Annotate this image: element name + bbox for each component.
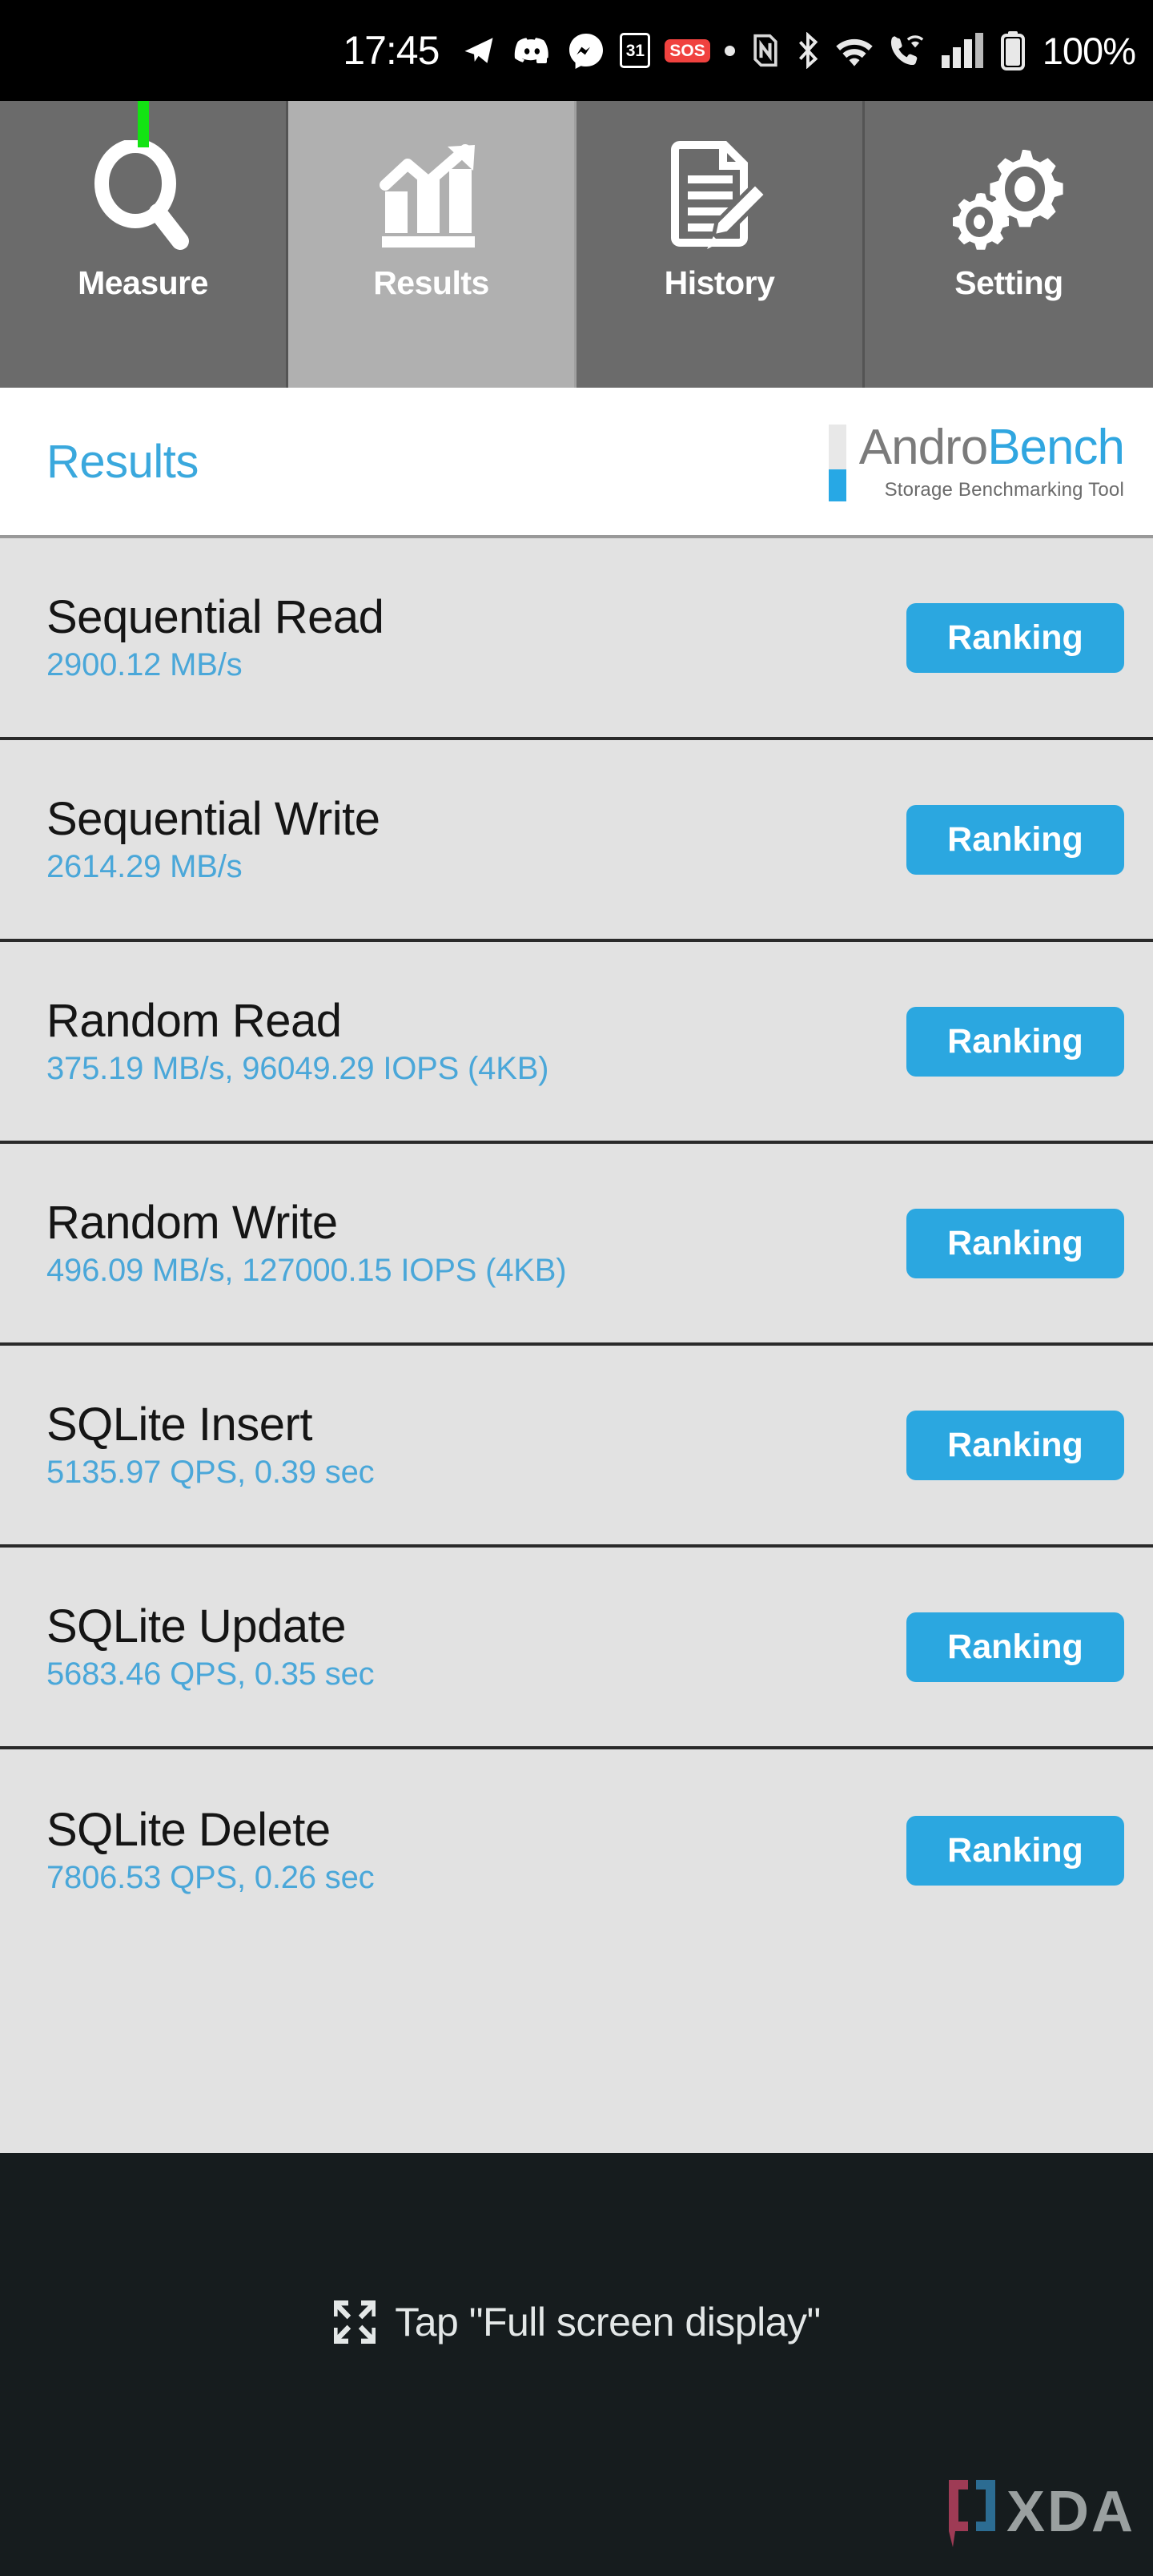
logo-text: AndroBench Storage Benchmarking Tool: [859, 423, 1125, 501]
tab-history[interactable]: History: [576, 101, 865, 388]
ranking-button[interactable]: Ranking: [906, 1208, 1124, 1278]
main-tab-bar: Measure Results History Setting: [0, 101, 1153, 388]
battery-icon: [1000, 31, 1025, 70]
result-value: 2900.12 MB/s: [46, 647, 243, 683]
page-title: Results: [46, 435, 199, 488]
gears-icon: [953, 136, 1065, 256]
logo-accent-bar: [828, 425, 846, 501]
tab-results-label: Results: [373, 264, 489, 301]
result-texts: SQLite Delete 7806.53 QPS, 0.26 sec: [46, 1803, 375, 1896]
sos-icon: SOS: [665, 38, 710, 62]
dot-icon: [724, 45, 735, 56]
result-texts: Random Read 375.19 MB/s, 96049.29 IOPS (…: [46, 994, 549, 1087]
table-row[interactable]: SQLite Delete 7806.53 QPS, 0.26 sec Rank…: [0, 1749, 1153, 1951]
result-name: Random Write: [46, 1196, 338, 1249]
result-value: 496.09 MB/s, 127000.15 IOPS (4KB): [46, 1253, 567, 1289]
discord-icon: [515, 38, 549, 63]
wifi-calling-icon: [890, 35, 923, 66]
logo-wordmark-bench: Bench: [987, 420, 1125, 476]
ranking-button[interactable]: Ranking: [906, 1612, 1124, 1682]
logo-tagline: Storage Benchmarking Tool: [884, 478, 1124, 501]
results-list: Sequential Read 2900.12 MB/s Ranking Seq…: [0, 538, 1153, 2153]
result-name: Random Read: [46, 994, 342, 1047]
result-value: 375.19 MB/s, 96049.29 IOPS (4KB): [46, 1051, 549, 1087]
nfc-icon: [753, 34, 777, 67]
xda-wordmark: XDA: [1006, 2480, 1135, 2544]
measure-tab-indicator: [137, 101, 149, 147]
tab-results[interactable]: Results: [288, 101, 576, 388]
status-bar-icons: 31 SOS 100%: [460, 29, 1136, 73]
logo-accent-bar-top: [828, 425, 846, 469]
cellular-signal-icon: [941, 33, 983, 68]
magnifier-icon: [92, 136, 195, 256]
status-bar-clock: 17:45: [343, 28, 440, 73]
result-name: Sequential Read: [46, 590, 384, 643]
document-pencil-icon: [667, 136, 773, 256]
tab-setting[interactable]: Setting: [865, 101, 1153, 388]
bluetooth-icon: [798, 32, 818, 69]
result-name: SQLite Delete: [46, 1803, 331, 1856]
xda-bracket-icon: [948, 2480, 995, 2547]
result-texts: Sequential Read 2900.12 MB/s: [46, 590, 384, 683]
fullscreen-expand-icon: [334, 2300, 376, 2344]
result-value: 5683.46 QPS, 0.35 sec: [46, 1656, 375, 1693]
table-row[interactable]: SQLite Insert 5135.97 QPS, 0.39 sec Rank…: [0, 1346, 1153, 1548]
ranking-button[interactable]: Ranking: [906, 804, 1124, 875]
calendar-icon: 31: [620, 33, 651, 68]
fullscreen-hint[interactable]: Tap "Full screen display": [0, 2299, 1153, 2345]
ranking-button[interactable]: Ranking: [906, 1815, 1124, 1886]
telegram-icon: [464, 38, 493, 63]
ranking-button[interactable]: Ranking: [906, 1410, 1124, 1480]
ranking-button[interactable]: Ranking: [906, 1006, 1124, 1077]
battery-percentage: 100%: [1042, 29, 1136, 72]
table-row[interactable]: Sequential Write 2614.29 MB/s Ranking: [0, 740, 1153, 942]
tab-setting-label: Setting: [954, 264, 1063, 301]
app-screen: 17:45 31 SOS 100% Measure Results Histor…: [0, 0, 1153, 2576]
table-row[interactable]: Sequential Read 2900.12 MB/s Ranking: [0, 538, 1153, 740]
result-name: SQLite Update: [46, 1600, 346, 1652]
wifi-icon: [836, 38, 873, 66]
bar-chart-icon: [376, 136, 488, 256]
list-empty-area: [0, 1951, 1153, 2153]
status-bar: 17:45 31 SOS 100%: [0, 0, 1153, 101]
xda-watermark: XDA: [946, 2477, 1135, 2547]
result-texts: SQLite Insert 5135.97 QPS, 0.39 sec: [46, 1398, 375, 1491]
result-texts: SQLite Update 5683.46 QPS, 0.35 sec: [46, 1600, 375, 1693]
logo-wordmark: AndroBench: [859, 423, 1125, 473]
table-row[interactable]: Random Write 496.09 MB/s, 127000.15 IOPS…: [0, 1144, 1153, 1346]
result-value: 2614.29 MB/s: [46, 849, 243, 885]
ranking-button[interactable]: Ranking: [906, 602, 1124, 673]
androbench-logo: AndroBench Storage Benchmarking Tool: [828, 421, 1125, 501]
fullscreen-hint-label: Tap "Full screen display": [395, 2300, 821, 2345]
tab-measure-label: Measure: [78, 264, 208, 301]
result-value: 5135.97 QPS, 0.39 sec: [46, 1455, 375, 1491]
footer-bar: Tap "Full screen display" XDA: [0, 2153, 1153, 2576]
logo-accent-bar-bottom: [828, 469, 846, 501]
result-value: 7806.53 QPS, 0.26 sec: [46, 1860, 375, 1896]
tab-history-label: History: [664, 264, 775, 301]
result-name: Sequential Write: [46, 792, 380, 845]
page-header: Results AndroBench Storage Benchmarking …: [0, 388, 1153, 538]
table-row[interactable]: SQLite Update 5683.46 QPS, 0.35 sec Rank…: [0, 1548, 1153, 1749]
table-row[interactable]: Random Read 375.19 MB/s, 96049.29 IOPS (…: [0, 942, 1153, 1144]
logo-wordmark-andro: Andro: [858, 420, 988, 476]
calendar-day-number: 31: [625, 41, 645, 60]
result-texts: Sequential Write 2614.29 MB/s: [46, 792, 380, 885]
result-texts: Random Write 496.09 MB/s, 127000.15 IOPS…: [46, 1196, 567, 1289]
tab-measure[interactable]: Measure: [0, 101, 288, 388]
messenger-icon: [569, 34, 604, 69]
result-name: SQLite Insert: [46, 1398, 312, 1451]
